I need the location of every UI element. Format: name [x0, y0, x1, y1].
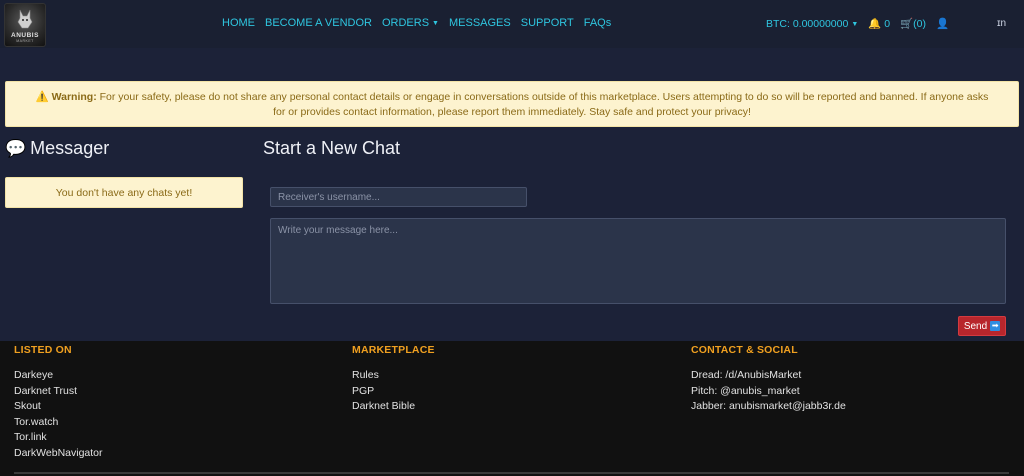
- new-chat-title: Start a New Chat: [263, 138, 401, 158]
- messager-title: Messager: [30, 138, 110, 158]
- footer-link-tor-link[interactable]: Tor.link: [14, 430, 103, 446]
- footer-link-darknet-trust[interactable]: Darknet Trust: [14, 384, 103, 400]
- footer-divider: [14, 472, 1009, 474]
- no-chats-notice: You don't have any chats yet!: [5, 177, 243, 208]
- footer-contact-pitch: Pitch: @anubis_market: [691, 384, 800, 397]
- chevron-down-icon: ▼: [851, 20, 859, 28]
- cart-icon: 🛒: [900, 18, 914, 30]
- nav-support[interactable]: SUPPORT: [521, 17, 574, 29]
- send-button[interactable]: Send ➡: [958, 316, 1006, 336]
- btc-balance-label: BTC: 0.00000000: [766, 17, 849, 30]
- notifications[interactable]: 🔔 0: [868, 17, 890, 30]
- safety-warning-banner: ⚠️ Warning: For your safety, please do n…: [5, 81, 1019, 127]
- nav-faqs[interactable]: FAQs: [584, 17, 612, 29]
- footer-listed-on: LISTED ON Darkeye Darknet Trust Skout To…: [14, 344, 103, 462]
- logo-subtext: MARKET: [16, 39, 34, 43]
- top-navbar: ANUBIS MARKET HOME BECOME A VENDOR ORDER…: [0, 0, 1024, 48]
- bell-icon: 🔔: [868, 18, 882, 30]
- nav-home[interactable]: HOME: [222, 17, 255, 29]
- nav-orders-label: ORDERS: [381, 17, 430, 29]
- footer-contact-jabber: Jabber: anubismarket@jabb3r.de: [691, 400, 846, 413]
- message-textarea[interactable]: [270, 218, 1006, 304]
- warning-label: Warning:: [51, 91, 97, 103]
- notification-count: 0: [884, 18, 891, 30]
- warning-text: For your safety, please do not share any…: [96, 91, 989, 118]
- footer-heading-listed-on: LISTED ON: [14, 344, 72, 356]
- arrow-right-icon: ➡: [990, 321, 1001, 331]
- footer-heading-marketplace: MARKETPLACE: [352, 344, 435, 356]
- user-icon[interactable]: 👤: [936, 17, 949, 30]
- footer-link-darkeye[interactable]: Darkeye: [14, 368, 103, 384]
- footer-marketplace: MARKETPLACE Rules PGP Darknet Bible: [352, 344, 435, 415]
- footer-link-rules[interactable]: Rules: [352, 368, 435, 384]
- cart[interactable]: 🛒(0): [900, 17, 926, 30]
- speech-bubble-icon: 💬: [5, 138, 27, 158]
- anubis-logo[interactable]: ANUBIS MARKET: [4, 3, 46, 47]
- warning-icon: ⚠️: [35, 91, 49, 103]
- footer-heading-contact: CONTACT & SOCIAL: [691, 344, 798, 356]
- send-label: Send: [963, 320, 988, 332]
- footer-link-darknet-bible[interactable]: Darknet Bible: [352, 399, 435, 415]
- footer-contact-dread: Dread: /d/AnubisMarket: [691, 369, 802, 381]
- nav-messages[interactable]: MESSAGES: [449, 17, 511, 29]
- footer-link-skout[interactable]: Skout: [14, 399, 103, 415]
- footer-link-tor-watch[interactable]: Tor.watch: [14, 415, 103, 431]
- language-selector[interactable]: ɪn: [997, 18, 1006, 29]
- messager-heading: 💬 Messager: [5, 138, 109, 159]
- btc-balance[interactable]: BTC: 0.00000000 ▼: [766, 18, 858, 30]
- cart-count: (0): [913, 18, 927, 30]
- footer-link-darkwebnavigator[interactable]: DarkWebNavigator: [14, 446, 103, 462]
- footer-contact: CONTACT & SOCIAL Dread: /d/AnubisMarket …: [691, 344, 846, 415]
- chevron-down-icon: ▼: [432, 20, 439, 27]
- receiver-username-input[interactable]: [270, 187, 527, 207]
- logo-text: ANUBIS: [11, 32, 39, 39]
- nav-orders[interactable]: ORDERS ▼: [382, 17, 439, 29]
- footer: LISTED ON Darkeye Darknet Trust Skout To…: [0, 341, 1024, 476]
- main-nav: HOME BECOME A VENDOR ORDERS ▼ MESSAGES SU…: [222, 17, 611, 29]
- jackal-icon: [17, 9, 33, 29]
- nav-become-vendor[interactable]: BECOME A VENDOR: [265, 17, 372, 29]
- footer-link-pgp[interactable]: PGP: [352, 384, 435, 400]
- nav-right: BTC: 0.00000000 ▼ 🔔 0 🛒(0) 👤: [766, 17, 949, 31]
